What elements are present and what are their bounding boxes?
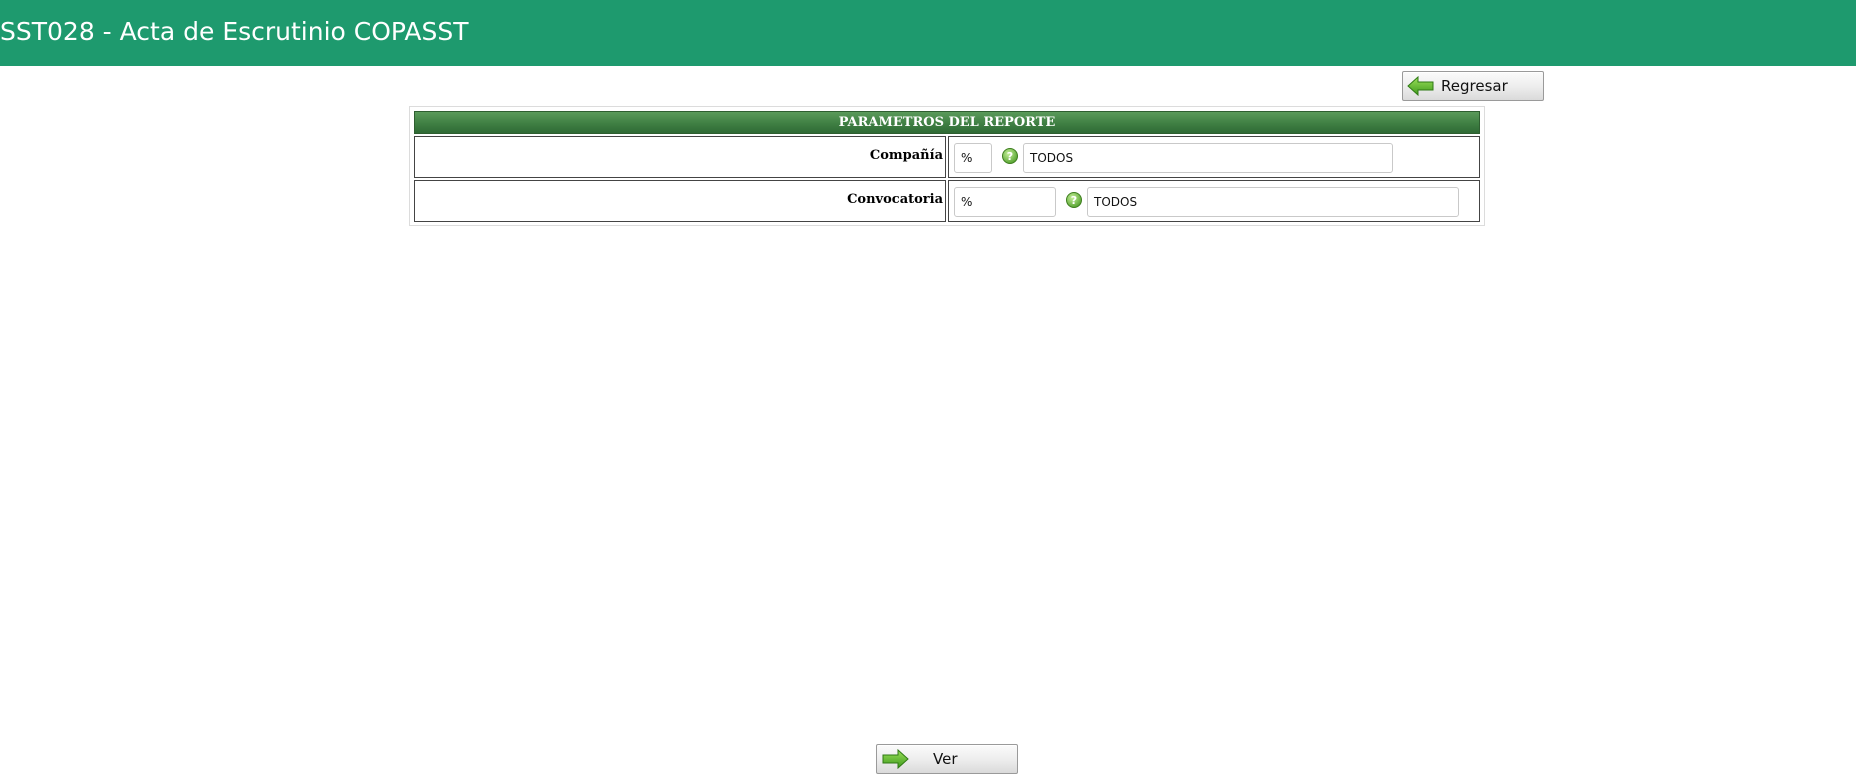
report-parameters-panel: PARAMETROS DEL REPORTE Compañía % ? TODO… <box>409 106 1485 226</box>
convocatoria-code-input[interactable]: % <box>954 187 1056 217</box>
page-title: SST028 - Acta de Escrutinio COPASST <box>0 17 469 46</box>
label-cell: Convocatoria <box>414 180 946 222</box>
label-cell: Compañía <box>414 136 946 178</box>
svg-text:?: ? <box>1007 150 1013 163</box>
report-page: SST028 - Acta de Escrutinio COPASST Regr… <box>0 0 1860 784</box>
value-cell: % ? TODOS <box>948 180 1480 222</box>
help-question-icon[interactable]: ? <box>1065 191 1083 209</box>
compania-label: Compañía <box>869 148 943 163</box>
view-button-label: Ver <box>933 750 958 768</box>
param-row-compania: Compañía % ? TODOS <box>414 136 1480 178</box>
arrow-left-icon <box>1407 75 1435 97</box>
help-question-icon[interactable]: ? <box>1001 147 1019 165</box>
convocatoria-description-input[interactable]: TODOS <box>1087 187 1459 217</box>
convocatoria-label: Convocatoria <box>847 192 943 207</box>
back-button[interactable]: Regresar <box>1402 71 1544 101</box>
svg-text:?: ? <box>1071 194 1077 207</box>
compania-code-input[interactable]: % <box>954 143 992 173</box>
value-cell: % ? TODOS <box>948 136 1480 178</box>
arrow-right-icon <box>881 748 909 770</box>
back-button-label: Regresar <box>1441 77 1508 95</box>
compania-description-input[interactable]: TODOS <box>1023 143 1393 173</box>
view-button[interactable]: Ver <box>876 744 1018 774</box>
parameters-header: PARAMETROS DEL REPORTE <box>414 111 1480 134</box>
header-bar: SST028 - Acta de Escrutinio COPASST <box>0 0 1856 66</box>
param-row-convocatoria: Convocatoria % ? TODOS <box>414 180 1480 222</box>
